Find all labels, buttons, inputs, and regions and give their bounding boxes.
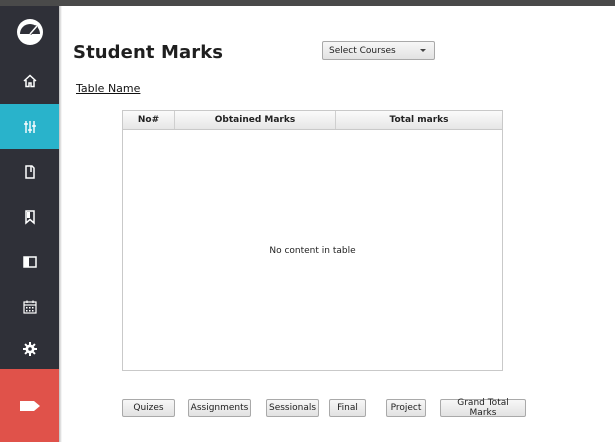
table-header: No# Obtained Marks Total marks — [123, 111, 502, 130]
sidebar-item-calendar[interactable] — [0, 284, 59, 329]
project-button[interactable]: Project — [386, 399, 426, 417]
sidebar-item-marks[interactable] — [0, 104, 59, 149]
table-empty-message: No content in table — [269, 246, 356, 256]
sidebar-item-panel[interactable] — [0, 239, 59, 284]
bookmark-icon — [22, 209, 38, 225]
sidebar-shadow — [59, 6, 62, 442]
home-icon — [22, 73, 38, 89]
sessionals-button[interactable]: Sessionals — [266, 399, 319, 417]
grand-total-marks-button[interactable]: Grand Total Marks — [440, 398, 526, 418]
settings-icon — [22, 341, 38, 357]
sidebar-logo[interactable] — [0, 6, 59, 58]
chevron-down-icon — [420, 49, 426, 52]
window-top-bar — [0, 0, 615, 6]
table-name-link[interactable]: Table Name — [76, 82, 140, 95]
calendar-icon — [22, 299, 38, 315]
sliders-icon — [22, 119, 38, 135]
marks-table[interactable]: No# Obtained Marks Total marks No conten… — [122, 110, 503, 371]
sidebar — [0, 6, 59, 442]
course-select-value: Select Courses — [329, 45, 396, 56]
quizes-button[interactable]: Quizes — [122, 399, 175, 417]
final-button[interactable]: Final — [329, 399, 366, 417]
exit-tag-icon — [19, 400, 41, 412]
gauge-logo-icon — [15, 17, 45, 47]
sidebar-item-bookmarks[interactable] — [0, 194, 59, 239]
column-header-obtained-marks[interactable]: Obtained Marks — [175, 111, 336, 129]
sidebar-item-home[interactable] — [0, 58, 59, 104]
sidebar-item-settings[interactable] — [0, 329, 59, 369]
course-select-dropdown[interactable]: Select Courses — [322, 41, 435, 60]
assignments-button[interactable]: Assignments — [188, 399, 251, 417]
column-header-no[interactable]: No# — [123, 111, 175, 129]
column-header-total-marks[interactable]: Total marks — [336, 111, 502, 129]
sidebar-item-documents[interactable] — [0, 149, 59, 194]
panel-icon — [22, 254, 38, 270]
document-icon — [22, 164, 38, 180]
sidebar-item-exit[interactable] — [0, 369, 59, 442]
page-title: Student Marks — [73, 42, 224, 63]
